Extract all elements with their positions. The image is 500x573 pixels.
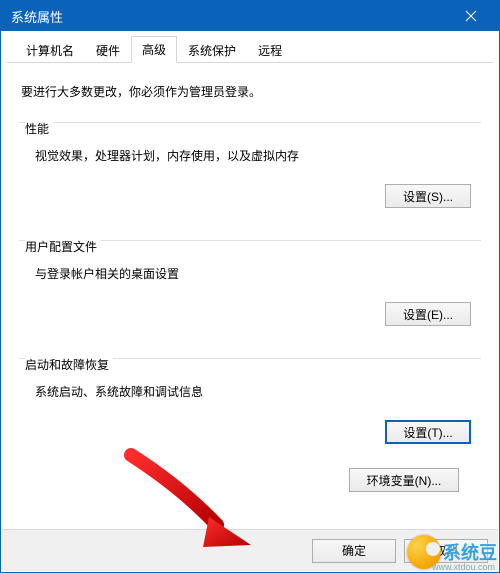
performance-settings-button[interactable]: 设置(S)... <box>385 184 471 208</box>
cancel-button[interactable]: 取消 <box>404 539 488 563</box>
advanced-panel: 要进行大多数更改，你必须作为管理员登录。 性能 视觉效果，处理器计划，内存使用，… <box>1 63 499 492</box>
performance-group-title: 性能 <box>25 120 53 137</box>
startup-recovery-desc: 系统启动、系统故障和调试信息 <box>35 383 475 400</box>
dialog-footer: 确定 取消 <box>2 530 498 571</box>
performance-desc: 视觉效果，处理器计划，内存使用，以及虚拟内存 <box>35 147 475 164</box>
window-title: 系统属性 <box>11 7 451 26</box>
startup-recovery-group-title: 启动和故障恢复 <box>25 356 113 373</box>
close-button[interactable] <box>451 2 491 30</box>
performance-group: 性能 视觉效果，处理器计划，内存使用，以及虚拟内存 设置(S)... <box>19 114 481 218</box>
tab-remote[interactable]: 远程 <box>247 37 293 63</box>
tab-strip: 计算机名 硬件 高级 系统保护 远程 <box>7 37 493 63</box>
user-profile-group: 用户配置文件 与登录帐户相关的桌面设置 设置(E)... <box>19 232 481 336</box>
user-profile-group-title: 用户配置文件 <box>25 238 101 255</box>
tab-system-protection[interactable]: 系统保护 <box>177 37 247 63</box>
tab-computer-name[interactable]: 计算机名 <box>15 37 85 63</box>
user-profile-settings-button[interactable]: 设置(E)... <box>385 302 471 326</box>
system-properties-window: 系统属性 计算机名 硬件 高级 系统保护 远程 要进行大多数更改，你必须作为管理… <box>0 0 500 573</box>
ok-button[interactable]: 确定 <box>312 539 396 563</box>
user-profile-desc: 与登录帐户相关的桌面设置 <box>35 265 475 282</box>
tab-advanced[interactable]: 高级 <box>131 36 177 63</box>
startup-recovery-group: 启动和故障恢复 系统启动、系统故障和调试信息 设置(T)... <box>19 350 481 454</box>
environment-variables-button[interactable]: 环境变量(N)... <box>349 468 459 492</box>
admin-notice: 要进行大多数更改，你必须作为管理员登录。 <box>21 83 481 100</box>
titlebar: 系统属性 <box>1 1 499 31</box>
startup-recovery-settings-button[interactable]: 设置(T)... <box>385 420 471 444</box>
tab-hardware[interactable]: 硬件 <box>85 37 131 63</box>
